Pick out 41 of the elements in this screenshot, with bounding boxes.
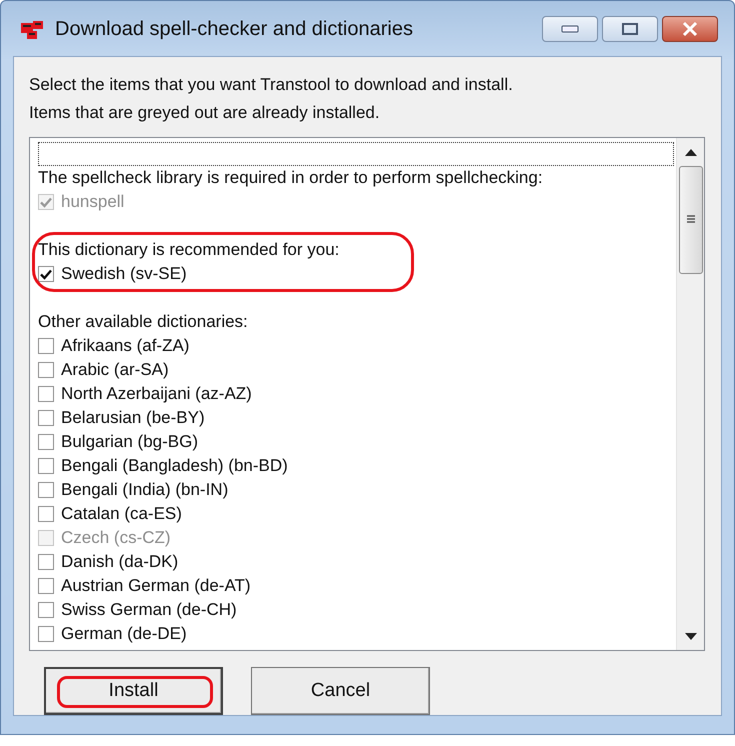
scroll-thumb[interactable] (678, 166, 702, 274)
instruction-text: Select the items that you want Transtool to download and install. (29, 74, 514, 96)
dictionary-label[interactable]: Catalan (ca-ES) (61, 502, 182, 526)
checkbox[interactable] (38, 506, 54, 522)
dictionary-label[interactable]: Arabic (ar-SA) (61, 358, 169, 382)
section-heading: The spellcheck library is required in order to perform spellchecking: (38, 167, 544, 189)
checkbox[interactable] (38, 626, 54, 642)
close-button[interactable] (662, 16, 718, 42)
checkbox[interactable] (38, 458, 54, 474)
dictionary-label[interactable]: Bengali (Bangladesh) (bn-BD) (61, 454, 288, 478)
dictionary-label[interactable]: Swedish (sv-SE) (61, 262, 187, 286)
instruction-text: Items that are greyed out are already installed. (29, 102, 381, 124)
checkbox[interactable] (38, 578, 54, 594)
dictionary-label[interactable]: Swiss German (de-CH) (61, 598, 237, 622)
maximize-button[interactable] (602, 16, 658, 42)
dictionary-label[interactable]: North Azerbaijani (az-AZ) (61, 382, 252, 406)
checkbox[interactable] (38, 386, 54, 402)
checkbox[interactable] (38, 602, 54, 618)
dictionary-label[interactable]: Bengali (India) (bn-IN) (61, 478, 228, 502)
checkbox[interactable] (38, 434, 54, 450)
close-icon (680, 20, 700, 36)
dictionary-label[interactable]: Belarusian (be-BY) (61, 406, 205, 430)
dialog-button[interactable]: Cancel (251, 667, 430, 715)
maximize-icon (621, 22, 639, 36)
minimize-icon (561, 24, 579, 32)
checkbox[interactable] (38, 482, 54, 498)
section-heading: This dictionary is recommended for you: (38, 239, 340, 261)
dictionary-label[interactable]: German (de-DE) (61, 622, 187, 646)
checkbox[interactable] (38, 410, 54, 426)
dictionary-label[interactable]: Danish (da-DK) (61, 550, 178, 574)
dictionary-label[interactable]: Austrian German (de-AT) (61, 574, 251, 598)
checkbox[interactable] (38, 554, 54, 570)
checkbox[interactable] (38, 338, 54, 354)
minimize-button[interactable] (542, 16, 598, 42)
checkbox[interactable] (38, 266, 54, 282)
section-heading: Other available dictionaries: (38, 311, 249, 333)
dictionary-label[interactable]: Afrikaans (af-ZA) (61, 334, 190, 358)
window-title: Download spell-checker and dictionaries (55, 16, 413, 42)
dictionary-label[interactable]: Bulgarian (bg-BG) (61, 430, 198, 454)
scrollbar[interactable] (676, 138, 704, 650)
checkbox[interactable] (38, 362, 54, 378)
